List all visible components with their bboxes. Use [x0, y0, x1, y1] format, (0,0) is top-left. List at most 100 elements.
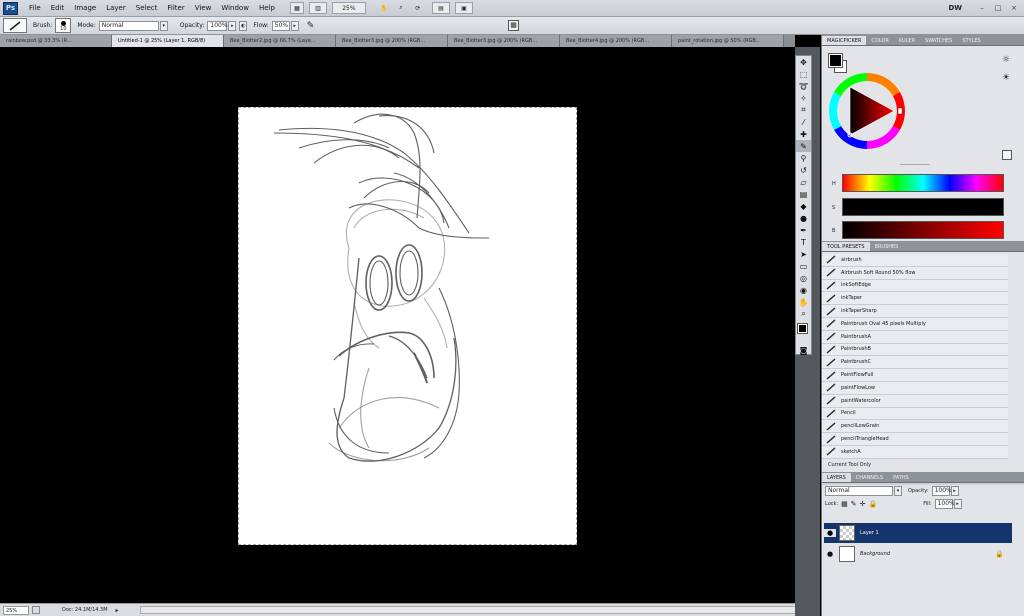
gradient-tool-icon[interactable]: ▤	[796, 188, 811, 200]
type-tool-icon[interactable]: T	[796, 236, 811, 248]
lock-transparent-icon[interactable]: ▦	[841, 500, 848, 508]
zoom-tool-icon[interactable]: ⌕	[395, 2, 407, 14]
opacity-slider-arrow[interactable]: ▸	[228, 20, 237, 31]
tool-preset-item[interactable]: Paintbrush Oval 45 pixels Multiply	[822, 317, 1008, 331]
hand-tool-icon[interactable]: ✋	[378, 2, 390, 14]
mode-dropdown-arrow[interactable]: ▾	[159, 20, 168, 31]
current-tool-only-checkbox[interactable]: Current Tool Only	[822, 460, 1024, 470]
lock-position-icon[interactable]: ✛	[860, 500, 866, 508]
brightness-slider[interactable]	[842, 221, 1004, 239]
eyedropper-tool-icon[interactable]: ⁄	[796, 116, 811, 128]
foreground-swatch[interactable]	[828, 53, 843, 68]
flow-slider-arrow[interactable]: ▸	[290, 20, 299, 31]
menu-file[interactable]: File	[24, 4, 46, 12]
eye-icon[interactable]: ●	[824, 550, 836, 558]
foreground-color-swatch[interactable]	[797, 323, 808, 334]
menu-window[interactable]: Window	[216, 4, 254, 12]
tool-preset-item[interactable]: PaintbrushA	[822, 330, 1008, 344]
brush-tool-icon[interactable]: ✎	[796, 140, 811, 152]
canvas-area[interactable]	[0, 47, 795, 603]
panel-tab[interactable]: LAYERS	[822, 473, 851, 482]
horizontal-scrollbar[interactable]	[140, 606, 805, 614]
menu-view[interactable]: View	[190, 4, 217, 12]
layer-opacity-input[interactable]: 100%	[931, 485, 952, 496]
tool-preset-item[interactable]: pencilTriangleHead	[822, 433, 1008, 446]
eye-icon[interactable]: ●	[824, 529, 836, 537]
launch-bridge-button[interactable]: ▦	[289, 2, 304, 14]
panel-tab[interactable]: KULER	[894, 36, 920, 45]
tool-preset-item[interactable]: Pencil	[822, 407, 1008, 421]
document-tab[interactable]: Bee_Blotter4.jpg @ 200% (RGB...	[560, 35, 672, 47]
airbrush-icon[interactable]: ✎	[307, 21, 315, 31]
marquee-tool-icon[interactable]: ⬚	[796, 68, 811, 80]
3d-orbit-tool-icon[interactable]: ◉	[796, 284, 811, 296]
menu-filter[interactable]: Filter	[162, 4, 189, 12]
layer-row-layer-1[interactable]: ● Layer 1	[824, 523, 1012, 543]
fill-arrow[interactable]: ▸	[953, 498, 962, 509]
history-brush-tool-icon[interactable]: ↺	[796, 164, 811, 176]
arrange-documents-button[interactable]: ▥	[308, 2, 327, 14]
tool-preset-item[interactable]: PaintbrushC	[822, 356, 1008, 370]
menu-layer[interactable]: Layer	[101, 4, 131, 12]
crop-tool-icon[interactable]: ⌗	[796, 104, 811, 116]
tool-preset-item[interactable]: pencilLowGrain	[822, 420, 1008, 434]
lock-image-icon[interactable]: ✎	[851, 500, 857, 508]
eraser-tool-icon[interactable]: ▱	[796, 176, 811, 188]
panel-tab[interactable]: STYLES	[957, 36, 985, 45]
document-tab[interactable]: paint_rotation.jpg @ 50% (RGB...	[672, 35, 784, 47]
opacity-input[interactable]: 100%	[207, 20, 228, 31]
panel-tab[interactable]: PATHS	[888, 473, 914, 482]
tool-preset-item[interactable]: paintFlowLow	[822, 381, 1008, 395]
menu-image[interactable]: Image	[69, 4, 101, 12]
lasso-tool-icon[interactable]: ➰	[796, 80, 811, 92]
tool-preset-item[interactable]: airbrush	[822, 254, 1008, 267]
settings-icon[interactable]: ☼	[1002, 55, 1010, 65]
move-tool-icon[interactable]: ✥	[796, 56, 811, 68]
document-canvas[interactable]	[238, 107, 577, 545]
quick-mask-icon[interactable]: ◙	[796, 344, 811, 356]
tool-preset-item[interactable]: inkSoftEdge	[822, 279, 1008, 293]
panel-tab[interactable]: CHANNELS	[851, 473, 888, 482]
pen-tool-icon[interactable]: ✒	[796, 224, 811, 236]
flow-input[interactable]: 50%	[271, 20, 290, 31]
tool-preset-item[interactable]: sketchA	[822, 445, 1008, 459]
shape-tool-icon[interactable]: ▭	[796, 260, 811, 272]
zoom-tool-icon-2[interactable]: ⌕	[796, 308, 811, 320]
tool-preset-item[interactable]: paintWatercolor	[822, 394, 1008, 408]
minimize-icon[interactable]: –	[976, 3, 988, 13]
extras-button[interactable]: ▣	[454, 2, 473, 14]
layer-opacity-arrow[interactable]: ▸	[950, 485, 959, 496]
document-tab[interactable]: Untitled-1 @ 25% (Layer 1, RGB/8)	[112, 35, 224, 47]
maximize-icon[interactable]: □	[992, 3, 1004, 13]
blur-tool-icon[interactable]: ◆	[796, 200, 811, 212]
healing-brush-tool-icon[interactable]: ✚	[796, 128, 811, 140]
panel-tab[interactable]: SWATCHES	[920, 36, 957, 45]
tool-preset-item[interactable]: PaintbrushB	[822, 343, 1008, 357]
hue-slider[interactable]	[842, 174, 1004, 192]
menu-help[interactable]: Help	[254, 4, 280, 12]
color-wheel[interactable]	[828, 72, 906, 150]
rotate-view-icon[interactable]: ⟳	[412, 2, 424, 14]
pen-pressure-opacity-icon[interactable]: ◐	[239, 20, 248, 31]
status-menu-arrow[interactable]: ▸	[116, 607, 119, 614]
blend-mode-arrow[interactable]: ▾	[894, 485, 902, 496]
tool-preset-item[interactable]: inkTaperSharp	[822, 305, 1008, 318]
panel-tab[interactable]: COLOR	[866, 36, 893, 45]
layer-name[interactable]: Layer 1	[860, 530, 879, 536]
quick-selection-tool-icon[interactable]: ✧	[796, 92, 811, 104]
brush-panel-toggle-icon[interactable]: ▦	[508, 20, 519, 31]
saturation-slider[interactable]	[842, 198, 1004, 216]
hand-tool-icon-2[interactable]: ✋	[796, 296, 811, 308]
zoom-level-select[interactable]: 25%	[331, 2, 366, 14]
layer-name[interactable]: Background	[860, 551, 890, 557]
close-icon[interactable]: ×	[1008, 3, 1020, 13]
document-tab[interactable]: rainbow.psd @ 33.3% (R...	[0, 35, 112, 47]
panel-tab[interactable]: TOOL PRESETS	[822, 242, 870, 251]
dodge-tool-icon[interactable]: ●	[796, 212, 811, 224]
status-zoom[interactable]: 25%	[3, 605, 29, 615]
tool-preset-item[interactable]: Airbrush Soft Round 50% flow	[822, 266, 1008, 280]
fill-input[interactable]: 100%	[934, 498, 955, 509]
document-tab[interactable]: Bee_Blotter3.jpg @ 200% (RGB...	[448, 35, 560, 47]
layer-row-background[interactable]: ● Background 🔒	[824, 544, 1012, 564]
document-tab[interactable]: Bee_Blotter2.jpg @ 66.7% (Laye...	[224, 35, 336, 47]
